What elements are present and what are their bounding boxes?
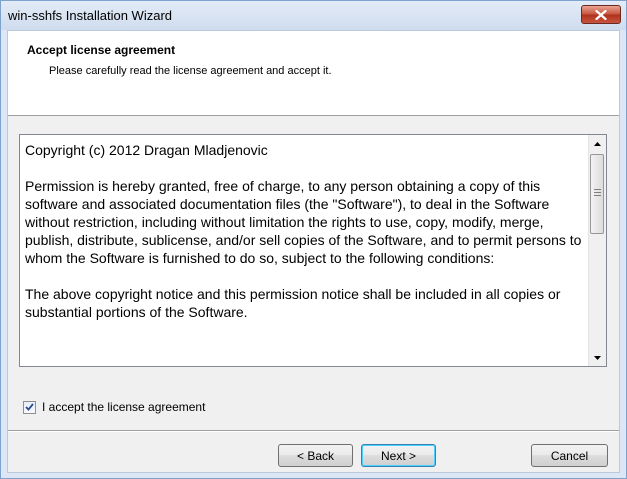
scroll-up-button[interactable]	[589, 135, 606, 152]
wizard-content: Accept license agreement Please carefull…	[7, 30, 620, 473]
arrow-up-icon	[594, 141, 601, 146]
close-icon	[595, 9, 607, 20]
accept-checkbox[interactable]	[23, 400, 36, 414]
page-title: Accept license agreement	[27, 43, 176, 57]
license-paragraph: Permission is hereby granted, free of ch…	[25, 178, 582, 266]
page-subtitle: Please carefully read the license agreem…	[49, 65, 332, 77]
close-button[interactable]	[581, 5, 621, 24]
checkmark-icon	[25, 403, 34, 411]
scrollbar-thumb[interactable]	[590, 154, 604, 234]
scroll-down-button[interactable]	[589, 349, 606, 366]
cancel-button[interactable]: Cancel	[531, 444, 608, 467]
installer-window: win-sshfs Installation Wizard Accept lic…	[0, 0, 627, 479]
accept-option[interactable]: I accept the license agreement	[23, 399, 205, 415]
button-divider	[8, 430, 619, 432]
license-textbox[interactable]: Copyright (c) 2012 Dragan Mladjenovic Pe…	[19, 134, 607, 367]
next-button[interactable]: Next >	[361, 444, 436, 467]
window-title: win-sshfs Installation Wizard	[8, 8, 172, 23]
grip-icon	[594, 189, 601, 196]
back-button[interactable]: < Back	[278, 444, 353, 467]
wizard-header: Accept license agreement Please carefull…	[8, 31, 619, 116]
accept-label[interactable]: I accept the license agreement	[42, 400, 205, 414]
vertical-scrollbar[interactable]	[588, 135, 606, 366]
arrow-down-icon	[594, 355, 601, 360]
license-paragraph: Copyright (c) 2012 Dragan Mladjenovic	[25, 142, 268, 158]
license-paragraph: The above copyright notice and this perm…	[25, 286, 561, 320]
title-bar[interactable]: win-sshfs Installation Wizard	[1, 1, 626, 30]
license-text[interactable]: Copyright (c) 2012 Dragan Mladjenovic Pe…	[25, 141, 585, 363]
